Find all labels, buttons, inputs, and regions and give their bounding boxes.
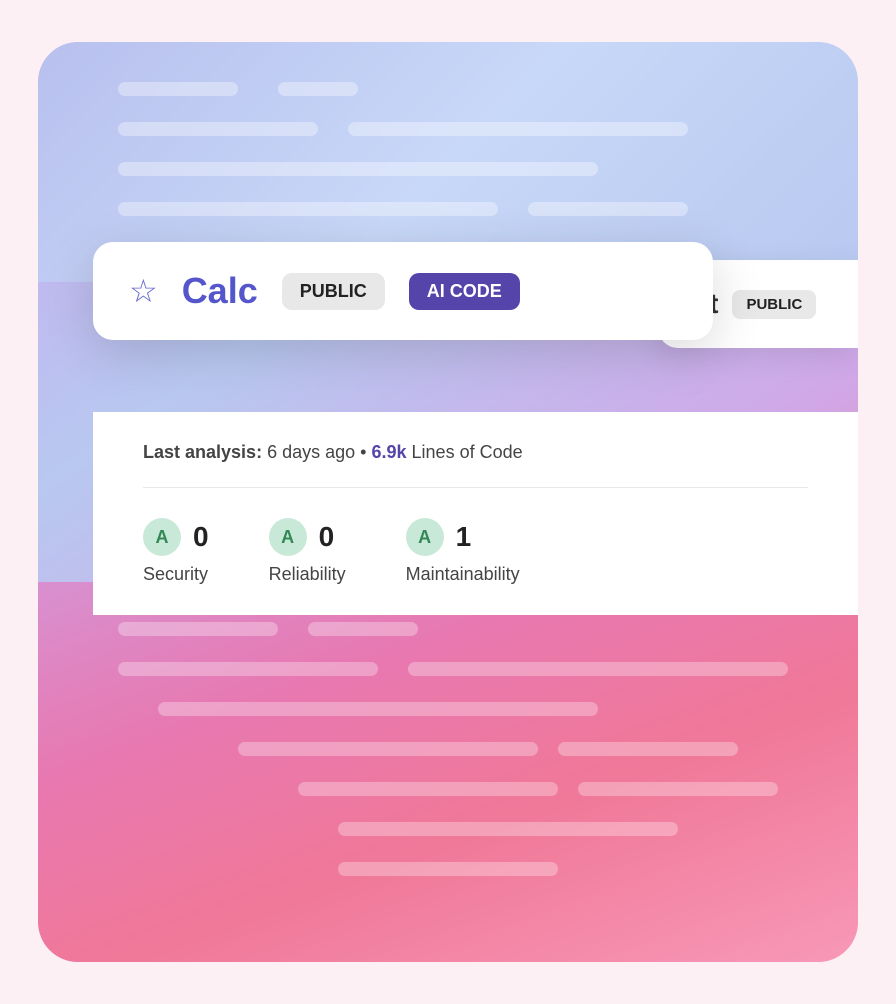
bg-line-top xyxy=(348,122,688,136)
metric-value: 0 xyxy=(193,521,209,553)
bg-card-public-badge: PUBLIC xyxy=(732,290,816,319)
last-analysis-time: 6 days ago xyxy=(267,442,355,462)
bg-line-top xyxy=(528,202,688,216)
metric-value: 1 xyxy=(456,521,472,553)
metric-top: A 0 xyxy=(143,518,209,556)
outer-container: act PUBLIC ☆ Calc PUBLIC AI CODE Last an… xyxy=(38,42,858,962)
metric-label: Security xyxy=(143,564,208,585)
metric-item: A 0 Reliability xyxy=(269,518,346,585)
bg-line-bottom xyxy=(338,862,558,876)
metric-top: A 1 xyxy=(406,518,472,556)
bg-line-bottom xyxy=(408,662,788,676)
bg-line-top xyxy=(118,82,238,96)
bg-line-bottom xyxy=(308,622,418,636)
content-area: Last analysis: 6 days ago • 6.9k Lines o… xyxy=(93,412,858,615)
last-analysis-line: Last analysis: 6 days ago • 6.9k Lines o… xyxy=(143,442,808,463)
grade-badge: A xyxy=(269,518,307,556)
metric-label: Maintainability xyxy=(406,564,520,585)
grade-badge: A xyxy=(143,518,181,556)
bg-line-bottom xyxy=(298,782,558,796)
metric-item: A 0 Security xyxy=(143,518,209,585)
bg-line-top xyxy=(118,202,498,216)
star-icon[interactable]: ☆ xyxy=(129,275,158,307)
metric-value: 0 xyxy=(319,521,335,553)
bg-line-top xyxy=(118,162,598,176)
ai-code-badge: AI CODE xyxy=(409,273,520,310)
public-badge: PUBLIC xyxy=(282,273,385,310)
bg-bottom-area xyxy=(38,582,858,962)
bg-line-bottom xyxy=(158,702,598,716)
bg-line-top xyxy=(278,82,358,96)
bg-line-bottom xyxy=(558,742,738,756)
dot-separator: • xyxy=(355,442,371,462)
grade-badge: A xyxy=(406,518,444,556)
lines-count: 6.9k xyxy=(371,442,406,462)
metric-item: A 1 Maintainability xyxy=(406,518,520,585)
bg-line-bottom xyxy=(578,782,778,796)
bg-line-bottom xyxy=(338,822,678,836)
floating-card: ☆ Calc PUBLIC AI CODE xyxy=(93,242,713,340)
metric-label: Reliability xyxy=(269,564,346,585)
bg-line-bottom xyxy=(238,742,538,756)
bg-line-top xyxy=(118,122,318,136)
bg-line-bottom xyxy=(118,622,278,636)
last-analysis-label: Last analysis: xyxy=(143,442,262,462)
bg-line-bottom xyxy=(118,662,378,676)
metric-top: A 0 xyxy=(269,518,335,556)
project-title: Calc xyxy=(182,270,258,312)
lines-label: Lines of Code xyxy=(412,442,523,462)
metrics-row: A 0 Security A 0 Reliability A 1 Maintai… xyxy=(143,518,808,585)
divider xyxy=(143,487,808,488)
